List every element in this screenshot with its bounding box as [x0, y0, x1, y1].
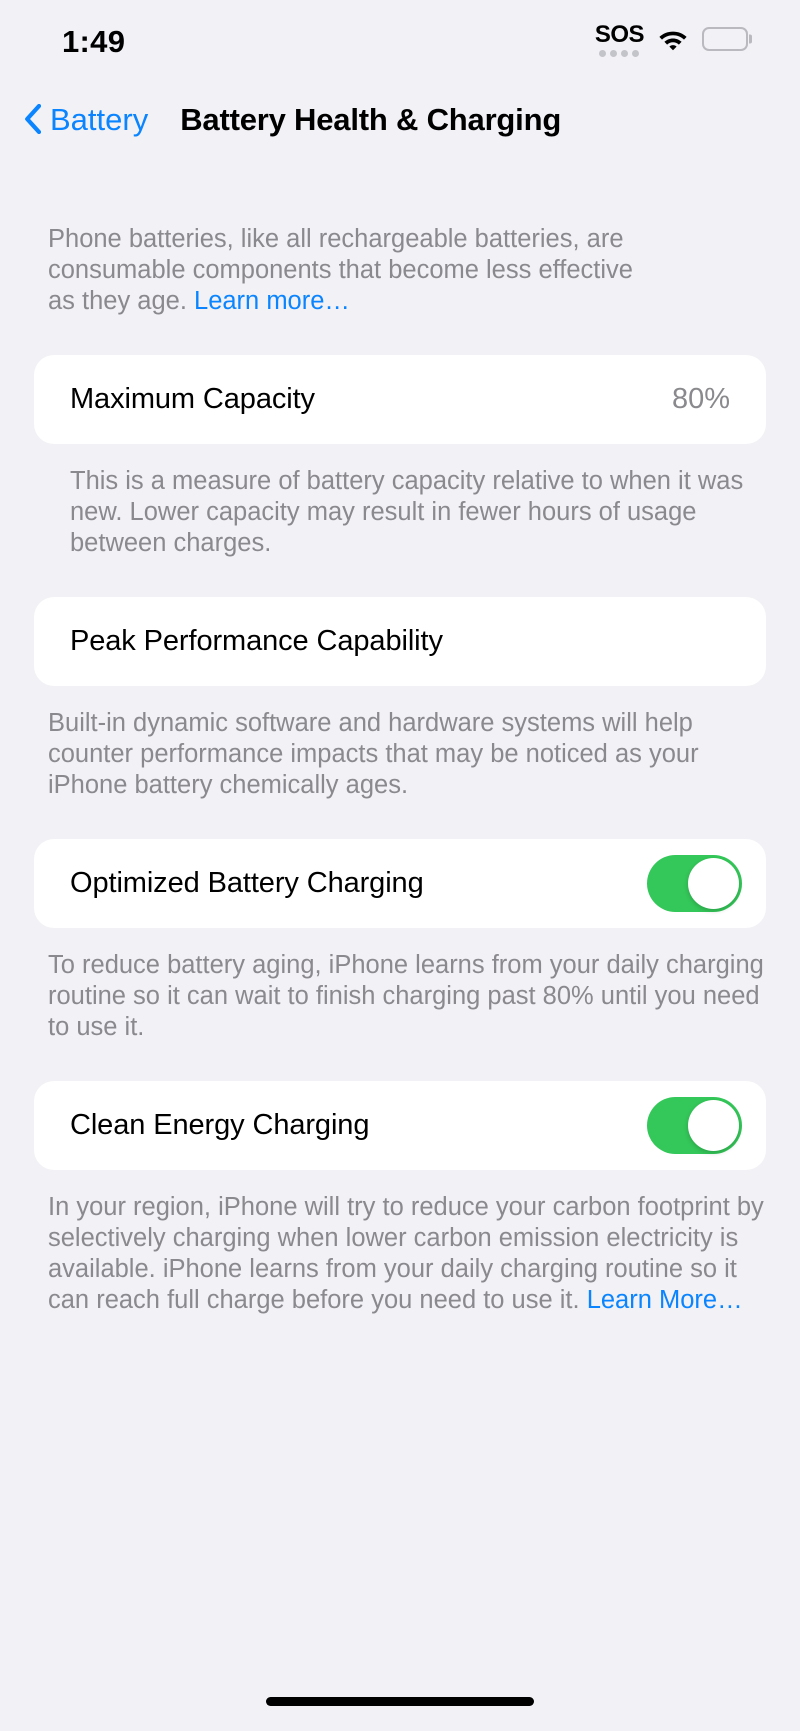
- status-bar-indicators: SOS: [595, 21, 748, 57]
- toggle-knob: [688, 858, 739, 909]
- maximum-capacity-row[interactable]: Maximum Capacity 80%: [34, 355, 766, 444]
- optimized-battery-charging-row[interactable]: Optimized Battery Charging: [34, 839, 766, 928]
- sos-signal-dots: [599, 50, 640, 57]
- sos-label: SOS: [594, 21, 645, 48]
- intro-description: Phone batteries, like all rechargeable b…: [34, 160, 674, 317]
- optimized-battery-charging-label: Optimized Battery Charging: [70, 867, 424, 899]
- home-indicator-area: [0, 1671, 800, 1731]
- optimized-battery-charging-toggle[interactable]: [647, 855, 742, 912]
- clean-energy-charging-label: Clean Energy Charging: [70, 1109, 370, 1141]
- maximum-capacity-footer: This is a measure of battery capacity re…: [70, 467, 744, 557]
- settings-content: Phone batteries, like all rechargeable b…: [0, 160, 800, 1671]
- clean-energy-learn-more-link[interactable]: Learn More…: [587, 1286, 743, 1314]
- status-bar: 1:49 SOS: [0, 0, 800, 78]
- settings-screen: 1:49 SOS Battery Battery Health & Chargi…: [0, 0, 800, 1731]
- wifi-icon: [657, 27, 689, 51]
- clean-energy-charging-toggle[interactable]: [647, 1097, 742, 1154]
- optimized-battery-charging-footer: To reduce battery aging, iPhone learns f…: [48, 951, 764, 1041]
- back-button-label: Battery: [50, 101, 149, 137]
- chevron-left-icon: [24, 103, 42, 135]
- clean-energy-charging-row[interactable]: Clean Energy Charging: [34, 1081, 766, 1170]
- back-button[interactable]: Battery: [24, 104, 148, 135]
- maximum-capacity-value: 80%: [671, 383, 730, 415]
- peak-performance-capability-label: Peak Performance Capability: [70, 625, 443, 657]
- page-title: Battery Health & Charging: [180, 101, 562, 137]
- intro-learn-more-link[interactable]: Learn more…: [194, 287, 350, 315]
- navigation-bar: Battery Battery Health & Charging: [0, 78, 800, 160]
- home-indicator[interactable]: [266, 1696, 534, 1706]
- sos-indicator: SOS: [594, 21, 645, 57]
- peak-performance-capability-footer: Built-in dynamic software and hardware s…: [48, 709, 699, 799]
- maximum-capacity-label: Maximum Capacity: [70, 383, 315, 415]
- peak-performance-capability-row[interactable]: Peak Performance Capability: [34, 597, 766, 686]
- battery-full-icon: [702, 27, 748, 51]
- toggle-knob: [688, 1100, 739, 1151]
- status-bar-time: 1:49: [62, 23, 126, 59]
- clean-energy-charging-footer: In your region, iPhone will try to reduc…: [34, 1170, 766, 1316]
